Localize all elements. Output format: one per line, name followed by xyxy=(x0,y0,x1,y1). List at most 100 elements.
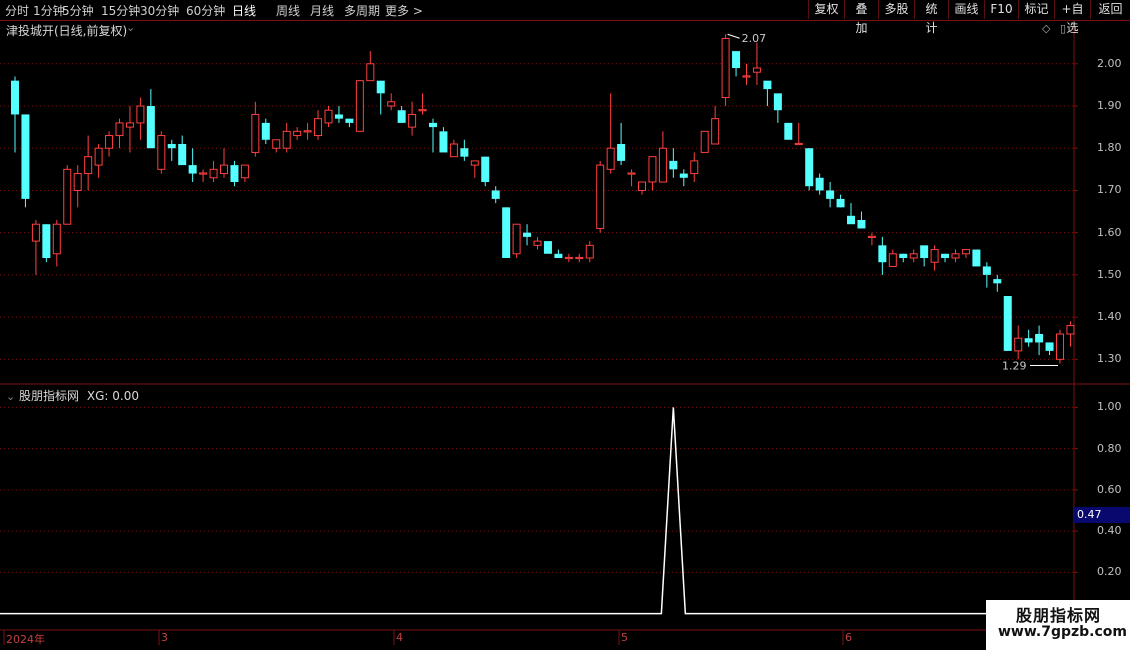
candle-body xyxy=(648,156,657,183)
candle-body xyxy=(481,156,490,182)
diamond-icon[interactable]: ◇ xyxy=(1042,22,1050,35)
toolbar-button-4[interactable]: 画线 xyxy=(948,0,984,19)
period-tab-7[interactable]: 周线 xyxy=(276,2,300,19)
x-axis-label: 5 xyxy=(621,631,628,644)
candle-body xyxy=(867,235,876,238)
candle-body xyxy=(930,249,939,263)
candle-body xyxy=(429,122,437,128)
candle-body xyxy=(470,160,479,166)
indicator-value-label: XG: 0.00 xyxy=(86,389,139,403)
candle-body xyxy=(324,109,333,124)
indicator-y-tick-label: 0.40 xyxy=(1097,524,1122,538)
candle-body xyxy=(220,164,228,175)
candle-body xyxy=(993,279,1002,284)
period-tab-1[interactable]: 1分钟 xyxy=(33,2,65,19)
watermark-url: www.7gpzb.com xyxy=(998,624,1128,640)
x-axis-label: 2024年 xyxy=(6,633,45,646)
candle-body xyxy=(909,253,918,259)
candle-body xyxy=(533,240,542,246)
candle-body xyxy=(857,220,866,229)
candle-body xyxy=(491,190,500,199)
candle-body xyxy=(805,148,814,187)
high-marker-label: 2.07 xyxy=(742,32,767,45)
candle-body xyxy=(575,256,584,260)
period-tab-4[interactable]: 30分钟 xyxy=(140,2,179,19)
candle-body xyxy=(961,249,970,255)
candle-body xyxy=(711,118,720,145)
period-tab-8[interactable]: 月线 xyxy=(310,2,334,19)
indicator-panel-header: ⌄ 股朋指标网 XG: 0.00 xyxy=(6,387,139,404)
candle-body xyxy=(554,253,563,258)
candle-body xyxy=(460,148,469,157)
candle-body xyxy=(585,244,594,259)
candle-body xyxy=(178,144,187,166)
x-axis-label: 4 xyxy=(396,631,403,644)
high-marker-arrow xyxy=(727,33,740,39)
candle-body xyxy=(752,67,761,73)
indicator-title: 股朋指标网 xyxy=(19,389,80,403)
candle-body xyxy=(345,118,354,123)
candle-body xyxy=(282,130,291,149)
toolbar-button-6[interactable]: 标记 xyxy=(1018,0,1054,19)
main-y-tick-label: 1.90 xyxy=(1097,99,1122,112)
candle-body xyxy=(627,172,636,175)
candle-body xyxy=(157,135,166,170)
candle-body xyxy=(73,173,82,191)
candle-body xyxy=(199,172,208,175)
candle-body xyxy=(763,80,772,90)
toolbar-button-8[interactable]: 返回 xyxy=(1090,0,1130,19)
candle-body xyxy=(606,147,615,170)
candle-body xyxy=(303,130,312,133)
period-tab-10[interactable]: 更多 > xyxy=(385,2,423,19)
period-tab-3[interactable]: 15分钟 xyxy=(101,2,140,19)
candle-body xyxy=(878,245,887,263)
candle-body xyxy=(512,223,521,255)
candle-body xyxy=(700,130,709,153)
toolbar-button-7[interactable]: +自选 xyxy=(1054,0,1090,35)
panel-toggle-icon[interactable]: ▯ xyxy=(1060,22,1066,35)
candle-body xyxy=(847,215,855,225)
toolbar-button-2[interactable]: 多股 xyxy=(878,0,914,19)
candle-body xyxy=(42,224,51,258)
main-y-tick-label: 1.30 xyxy=(1097,352,1122,366)
toolbar-button-3[interactable]: 统计 xyxy=(914,0,948,35)
toolbar-button-0[interactable]: 复权 xyxy=(808,0,844,19)
indicator-y-tick-label: 1.00 xyxy=(1097,400,1122,414)
main-y-tick-label: 1.80 xyxy=(1097,141,1122,155)
candle-body xyxy=(1024,338,1033,343)
candle-body xyxy=(617,144,626,161)
period-tab-6[interactable]: 日线 xyxy=(232,2,256,19)
low-marker-label: 1.29 xyxy=(1002,360,1027,373)
chart-canvas[interactable]: 2.07 1.29 xyxy=(0,0,1130,650)
candle-body xyxy=(188,165,197,174)
candle-body xyxy=(52,223,61,255)
candle-body xyxy=(366,63,375,82)
indicator-chevron-icon[interactable]: ⌄ xyxy=(6,390,15,403)
toolbar-button-1[interactable]: 叠加 xyxy=(844,0,878,35)
candle-body xyxy=(1014,337,1023,352)
period-tab-9[interactable]: 多周期 xyxy=(344,2,380,19)
toolbar-button-5[interactable]: F10 xyxy=(984,0,1018,19)
candle-body xyxy=(21,114,30,199)
candle-body xyxy=(815,177,824,191)
period-tab-5[interactable]: 60分钟 xyxy=(186,2,225,19)
indicator-y-tick-label: 0.20 xyxy=(1097,565,1122,579)
candle-body xyxy=(658,147,667,183)
x-axis-label: 3 xyxy=(161,631,168,644)
candle-body xyxy=(920,245,929,258)
candle-body xyxy=(794,142,803,146)
period-tab-2[interactable]: 5分钟 xyxy=(62,2,94,19)
candle-body xyxy=(721,37,730,99)
candle-body xyxy=(408,113,417,128)
period-tab-0[interactable]: 分时 xyxy=(5,2,29,19)
xg-indicator-line xyxy=(0,407,1074,615)
candle-body xyxy=(387,101,396,107)
candle-body xyxy=(230,165,239,182)
main-y-tick-label: 1.50 xyxy=(1097,267,1122,281)
stock-menu-chevron-icon[interactable]: ⌄ xyxy=(126,21,135,34)
candle-body xyxy=(63,168,72,225)
candle-body xyxy=(1045,342,1054,351)
candle-body xyxy=(355,80,364,132)
candle-body xyxy=(564,256,573,260)
candle-body xyxy=(146,106,155,149)
